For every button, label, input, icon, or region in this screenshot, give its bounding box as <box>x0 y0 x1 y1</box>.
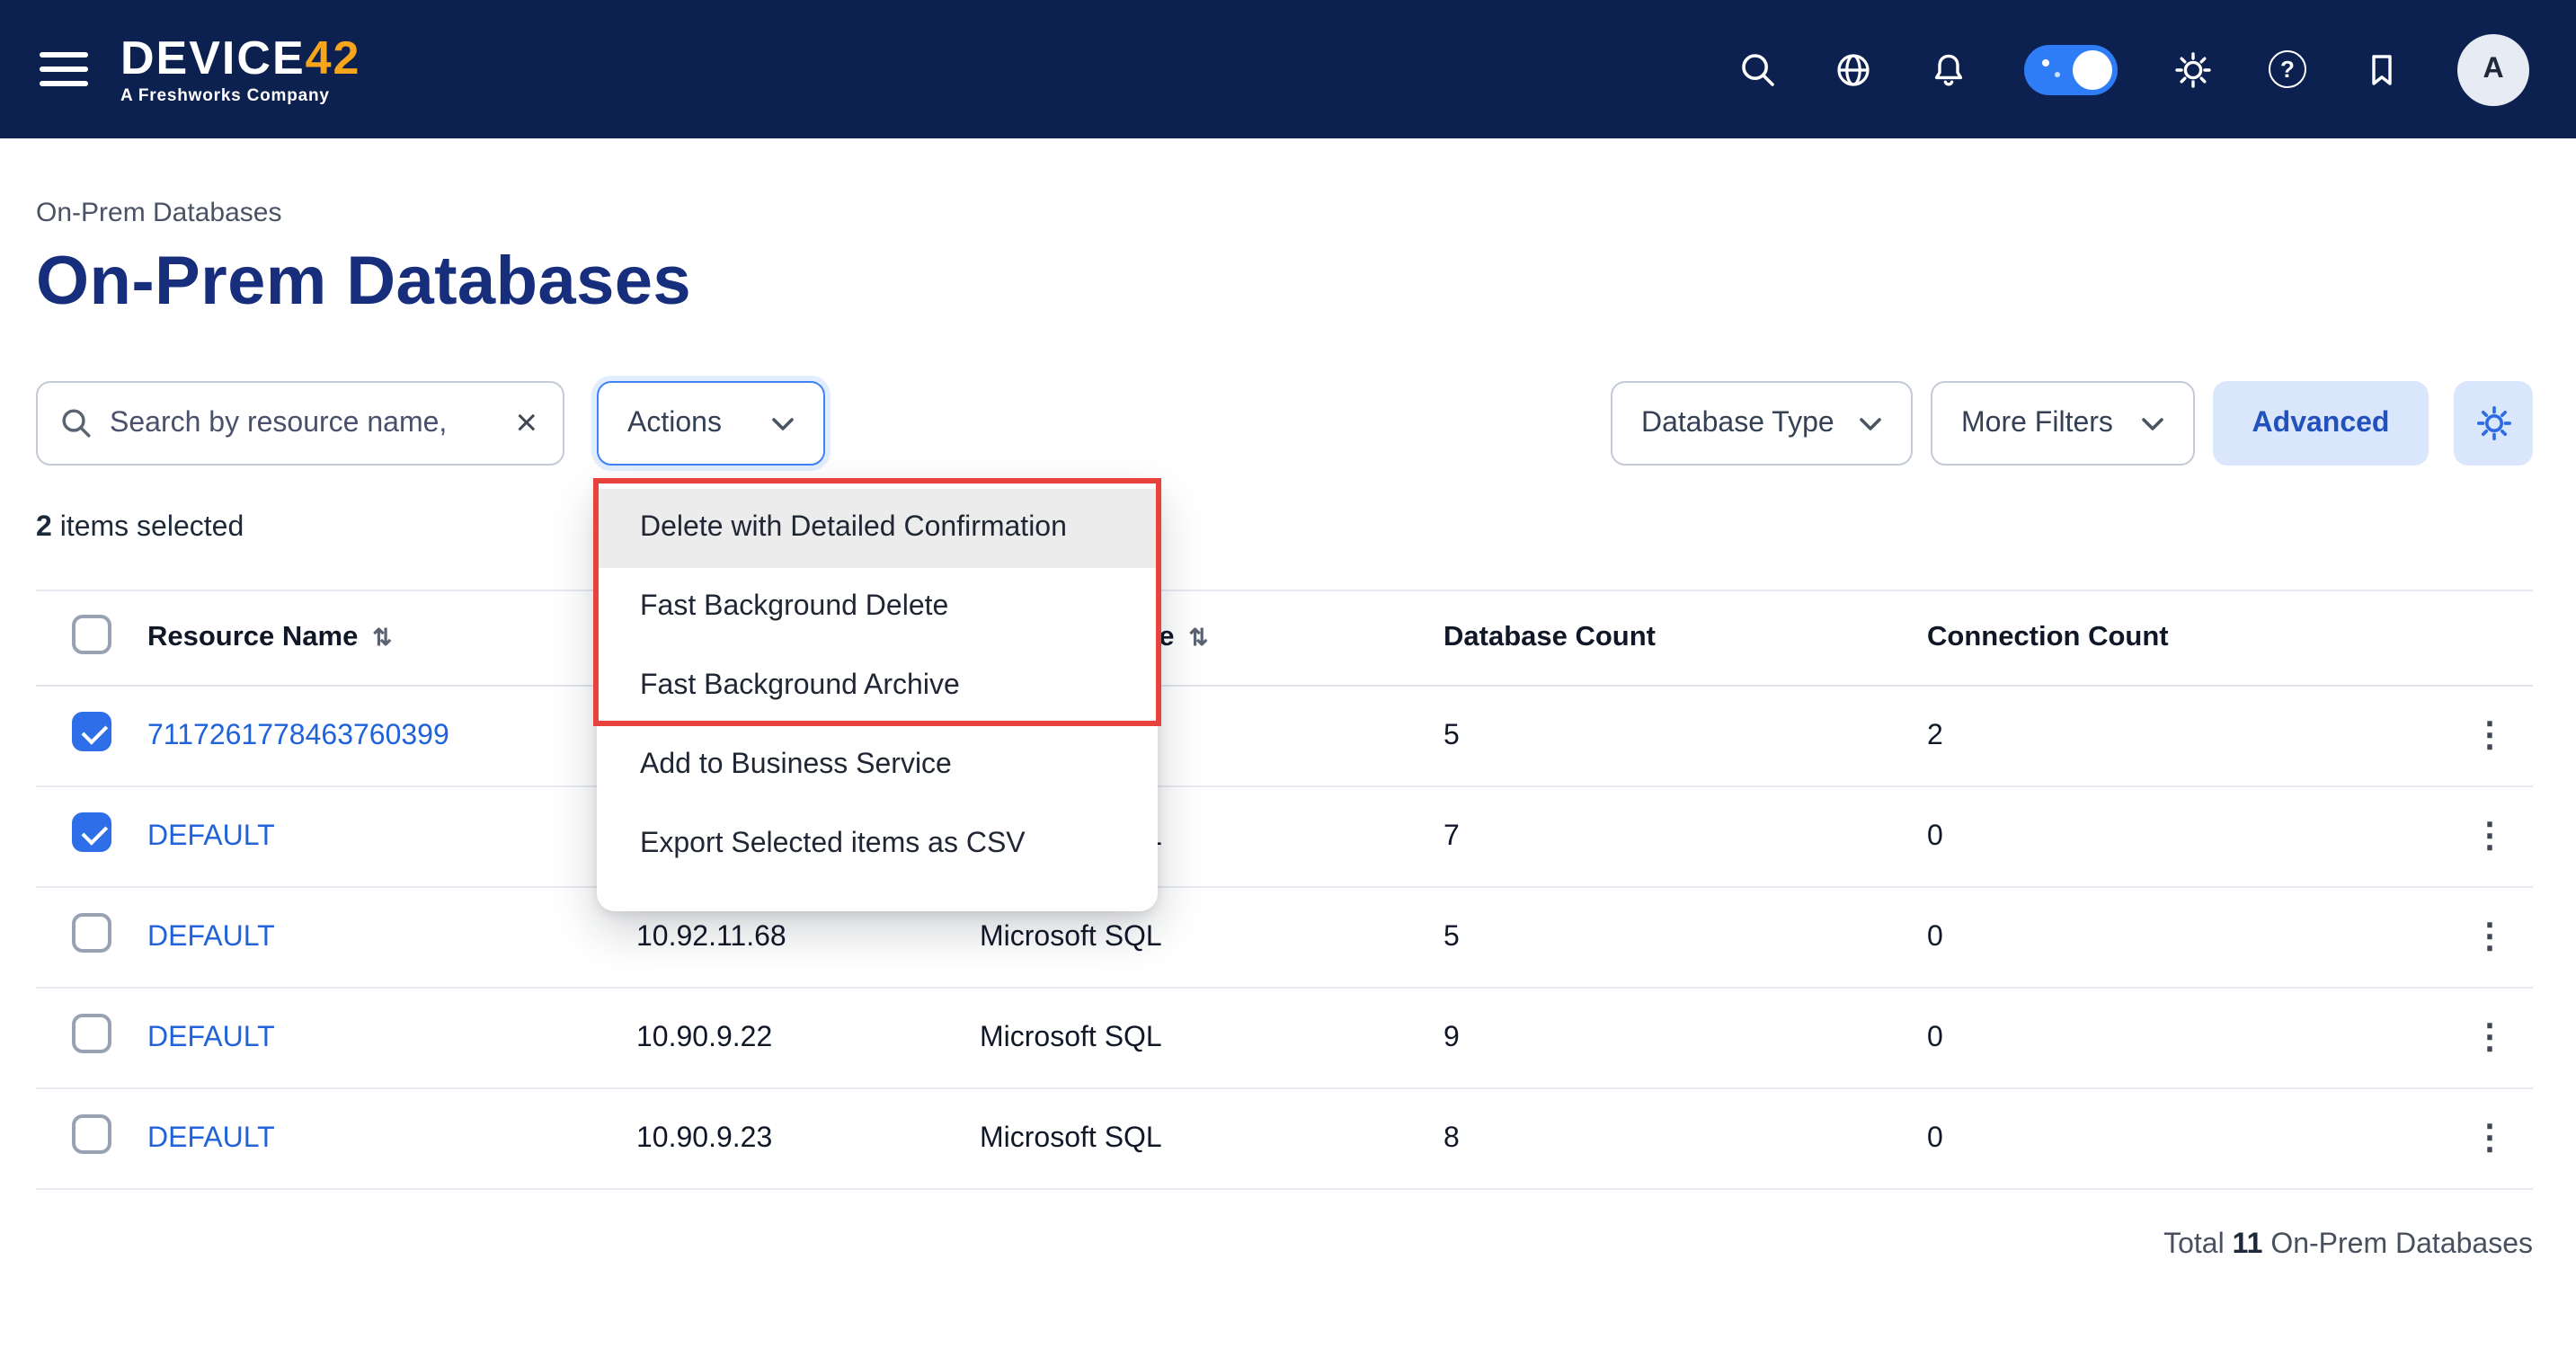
topbar-actions: ? A <box>1738 33 2529 105</box>
globe-icon[interactable] <box>1834 49 1873 89</box>
row-checkbox[interactable] <box>72 712 111 751</box>
resource-name-link[interactable]: DEFAULT <box>147 1022 636 1054</box>
main-content: On-Prem Databases On-Prem Databases × Ac… <box>0 198 2576 1262</box>
menu-item-add-to-business-service[interactable]: Add to Business Service <box>597 726 1158 805</box>
resource-name-link[interactable]: DEFAULT <box>147 820 636 853</box>
search-input[interactable] <box>110 407 511 439</box>
table-header-row: Resource Name⇅ Database Type⇅ Database C… <box>36 591 2533 687</box>
row-checkbox[interactable] <box>72 1014 111 1053</box>
gear-icon <box>2474 404 2512 442</box>
ip-address-cell: 10.90.9.22 <box>636 1022 980 1054</box>
actions-button-label: Actions <box>627 407 722 439</box>
toggle-knob <box>2073 49 2112 89</box>
chevron-down-icon <box>771 416 795 430</box>
row-actions-kebab-icon[interactable]: ⋮ <box>2447 715 2533 757</box>
theme-toggle[interactable] <box>2024 44 2118 94</box>
resource-name-link[interactable]: DEFAULT <box>147 1122 636 1155</box>
page-title: On-Prem Databases <box>36 244 2533 322</box>
table-settings-button[interactable] <box>2454 381 2533 466</box>
selection-summary: 2 items selected <box>36 512 2533 545</box>
connection-count-cell: 2 <box>1927 720 2447 752</box>
database-count-cell: 8 <box>1443 1122 1927 1155</box>
ip-address-cell: 10.92.11.68 <box>636 921 980 954</box>
row-checkbox[interactable] <box>72 812 111 852</box>
row-actions-kebab-icon[interactable]: ⋮ <box>2447 1118 2533 1159</box>
hamburger-menu-icon[interactable] <box>40 44 88 94</box>
selection-count: 2 <box>36 512 52 543</box>
select-all-checkbox[interactable] <box>72 614 111 653</box>
connection-count-cell: 0 <box>1927 820 2447 853</box>
notifications-bell-icon[interactable] <box>1929 49 1968 89</box>
database-count-cell: 7 <box>1443 820 1927 853</box>
chevron-down-icon <box>2141 416 2164 430</box>
row-checkbox[interactable] <box>72 1114 111 1154</box>
menu-item-delete-with-detailed-confirmation[interactable]: Delete with Detailed Confirmation <box>597 489 1158 568</box>
search-icon[interactable] <box>1738 49 1778 89</box>
more-filters-label: More Filters <box>1961 407 2113 439</box>
filters-group: Database Type More Filters Advanced <box>1611 381 2533 466</box>
settings-gear-icon[interactable] <box>2173 49 2213 89</box>
database-count-cell: 9 <box>1443 1022 1927 1054</box>
databases-table: Resource Name⇅ Database Type⇅ Database C… <box>36 590 2533 1190</box>
logo-e-glyph: E <box>272 31 306 84</box>
table-row: 7117261778463760399 5 2 ⋮ <box>36 687 2533 787</box>
logo-subtitle: A Freshworks Company <box>120 88 360 105</box>
row-actions-kebab-icon[interactable]: ⋮ <box>2447 917 2533 958</box>
toolbar: × Actions Database Type More Filters Adv… <box>36 381 2533 466</box>
database-type-cell: Microsoft SQL <box>980 1122 1443 1155</box>
resource-name-link[interactable]: 7117261778463760399 <box>147 720 636 752</box>
resource-name-link[interactable]: DEFAULT <box>147 921 636 954</box>
table-row: DEFAULT 10.90.9.23 Microsoft SQL 8 0 ⋮ <box>36 1089 2533 1190</box>
database-type-cell: Microsoft SQL <box>980 921 1443 954</box>
database-count-cell: 5 <box>1443 720 1927 752</box>
bookmark-icon[interactable] <box>2362 49 2402 89</box>
toggle-sparkle-icon <box>2055 71 2060 76</box>
ip-address-cell: 10.90.9.23 <box>636 1122 980 1155</box>
actions-dropdown-menu: Delete with Detailed Confirmation Fast B… <box>597 482 1158 911</box>
database-type-label: Database Type <box>1641 407 1834 439</box>
app-canvas: DEVICE42 A Freshworks Company ? <box>0 0 2576 1366</box>
toggle-sparkle-icon <box>2042 58 2049 66</box>
row-actions-kebab-icon[interactable]: ⋮ <box>2447 1017 2533 1059</box>
breadcrumb[interactable]: On-Prem Databases <box>36 198 2533 228</box>
device42-logo[interactable]: DEVICE42 A Freshworks Company <box>120 34 360 105</box>
connection-count-cell: 0 <box>1927 1122 2447 1155</box>
topbar: DEVICE42 A Freshworks Company ? <box>0 0 2576 138</box>
chevron-down-icon <box>1859 416 1882 430</box>
more-filters-button[interactable]: More Filters <box>1931 381 2195 466</box>
clear-search-icon[interactable]: × <box>511 404 541 442</box>
sort-icon: ⇅ <box>1189 624 1209 652</box>
advanced-button[interactable]: Advanced <box>2213 381 2429 466</box>
header-database-count[interactable]: Database Count <box>1443 622 1927 654</box>
menu-item-fast-background-delete[interactable]: Fast Background Delete <box>597 568 1158 647</box>
logo-text: DEVICE42 <box>120 34 360 81</box>
search-box: × <box>36 381 564 466</box>
selection-label: items selected <box>52 512 244 543</box>
menu-item-fast-background-archive[interactable]: Fast Background Archive <box>597 647 1158 726</box>
sort-icon: ⇅ <box>372 624 392 652</box>
row-actions-kebab-icon[interactable]: ⋮ <box>2447 816 2533 857</box>
header-connection-count[interactable]: Connection Count <box>1927 622 2447 654</box>
menu-item-export-selected-items-as-csv[interactable]: Export Selected items as CSV <box>597 805 1158 884</box>
user-avatar[interactable]: A <box>2457 33 2529 105</box>
table-row: DEFAULT 10.90.9.22 Microsoft SQL 9 0 ⋮ <box>36 989 2533 1089</box>
connection-count-cell: 0 <box>1927 921 2447 954</box>
row-checkbox[interactable] <box>72 913 111 953</box>
actions-dropdown-button[interactable]: Actions <box>597 381 825 466</box>
database-type-cell: Microsoft SQL <box>980 1022 1443 1054</box>
connection-count-cell: 0 <box>1927 1022 2447 1054</box>
database-type-filter-button[interactable]: Database Type <box>1611 381 1913 466</box>
header-resource-name[interactable]: Resource Name⇅ <box>147 622 636 654</box>
table-row: DEFAULT 10.92.11.68 Microsoft SQL 5 0 ⋮ <box>36 888 2533 989</box>
total-count-number: 11 <box>2233 1229 2263 1260</box>
table-row: DEFAULT Microsoft SQL 7 0 ⋮ <box>36 787 2533 888</box>
search-icon <box>59 406 93 440</box>
help-icon[interactable]: ? <box>2269 50 2306 88</box>
database-count-cell: 5 <box>1443 921 1927 954</box>
total-count-text: Total 11 On-Prem Databases <box>36 1229 2533 1262</box>
